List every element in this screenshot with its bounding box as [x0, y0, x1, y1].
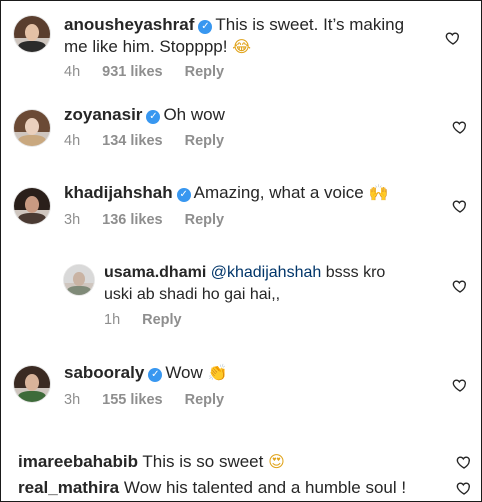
heart-outline-icon[interactable]: [452, 377, 468, 393]
comment-body: bsss kro: [325, 264, 386, 281]
comment-text: anousheyashraf ✓ This is sweet. It’s makin…: [64, 14, 404, 36]
heart-eyes-emoji-icon: 😍: [268, 452, 285, 471]
reply-button[interactable]: Reply: [185, 212, 225, 228]
username[interactable]: sabooraly: [64, 363, 144, 382]
comment-body: me like him. Stopppp!: [64, 37, 228, 56]
heart-outline-icon[interactable]: [452, 278, 468, 294]
reply-button[interactable]: Reply: [185, 392, 225, 408]
username[interactable]: zoyanasir: [64, 105, 142, 124]
timestamp: 3h: [64, 212, 81, 228]
reply-button[interactable]: Reply: [142, 312, 182, 328]
comment-body: Wow his talented and a humble soul !: [123, 478, 407, 497]
reply-button[interactable]: Reply: [185, 133, 225, 149]
heart-outline-icon[interactable]: [452, 119, 468, 135]
likes-count[interactable]: 931 likes: [102, 64, 162, 80]
comment-meta: 3h 136 likes Reply: [64, 212, 246, 228]
likes-count[interactable]: 134 likes: [102, 133, 162, 149]
timestamp: 1h: [104, 312, 121, 328]
comment-body: uski ab shadi ho gai hai,,: [104, 286, 281, 303]
comment-text-continued: uski ab shadi ho gai hai,,: [104, 284, 280, 306]
username[interactable]: anousheyashraf: [64, 15, 194, 34]
likes-count[interactable]: 155 likes: [102, 392, 162, 408]
comment-text: usama.dhami @khadijahshah bsss kro: [104, 262, 385, 284]
heart-outline-icon[interactable]: [456, 454, 472, 470]
comment-text: zoyanasir ✓ Oh wow: [64, 104, 225, 126]
heart-outline-icon[interactable]: [445, 30, 461, 46]
verified-badge-icon: ✓: [146, 110, 161, 124]
username[interactable]: usama.dhami: [104, 264, 206, 281]
comment-text: sabooraly ✓ Wow 👏: [64, 362, 227, 384]
avatar[interactable]: [14, 366, 50, 402]
laughing-emoji-icon: 😂: [232, 37, 251, 56]
avatar[interactable]: [64, 265, 94, 295]
verified-badge-icon: ✓: [176, 188, 191, 202]
comment-meta: 4h 931 likes Reply: [64, 64, 246, 80]
comment-body: Amazing, what a voice: [193, 183, 364, 202]
likes-count[interactable]: 136 likes: [102, 212, 162, 228]
avatar[interactable]: [14, 110, 50, 146]
timestamp: 4h: [64, 64, 81, 80]
heart-outline-icon[interactable]: [456, 480, 472, 496]
verified-badge-icon: ✓: [198, 20, 213, 34]
raised-hands-emoji-icon: 🙌: [368, 183, 389, 202]
comment-body: This is sweet. It’s making: [215, 15, 405, 34]
username[interactable]: imareebahabib: [18, 452, 138, 471]
comment-text-continued: me like him. Stopppp! 😂: [64, 36, 251, 58]
comment-meta: 1h Reply: [104, 312, 204, 328]
comment-body: Oh wow: [163, 105, 225, 124]
comment-text: real_mathira Wow his talented and a humb…: [18, 477, 406, 499]
timestamp: 4h: [64, 133, 81, 149]
comment-text: khadijahshah ✓ Amazing, what a voice 🙌: [64, 182, 388, 204]
avatar[interactable]: [14, 16, 50, 52]
comment-text: imareebahabib This is so sweet 😍: [18, 451, 285, 473]
reply-button[interactable]: Reply: [185, 64, 225, 80]
comment-body: Wow: [165, 363, 203, 382]
comment-meta: 3h 155 likes Reply: [64, 392, 246, 408]
avatar[interactable]: [14, 188, 50, 224]
mention-link[interactable]: @khadijahshah: [211, 264, 322, 281]
timestamp: 3h: [64, 392, 81, 408]
username[interactable]: khadijahshah: [64, 183, 173, 202]
comment-meta: 4h 134 likes Reply: [64, 133, 246, 149]
username[interactable]: real_mathira: [18, 478, 119, 497]
heart-outline-icon[interactable]: [452, 198, 468, 214]
comment-body: This is so sweet: [142, 452, 264, 471]
verified-badge-icon: ✓: [148, 368, 163, 382]
clapping-hands-emoji-icon: 👏: [207, 363, 228, 382]
